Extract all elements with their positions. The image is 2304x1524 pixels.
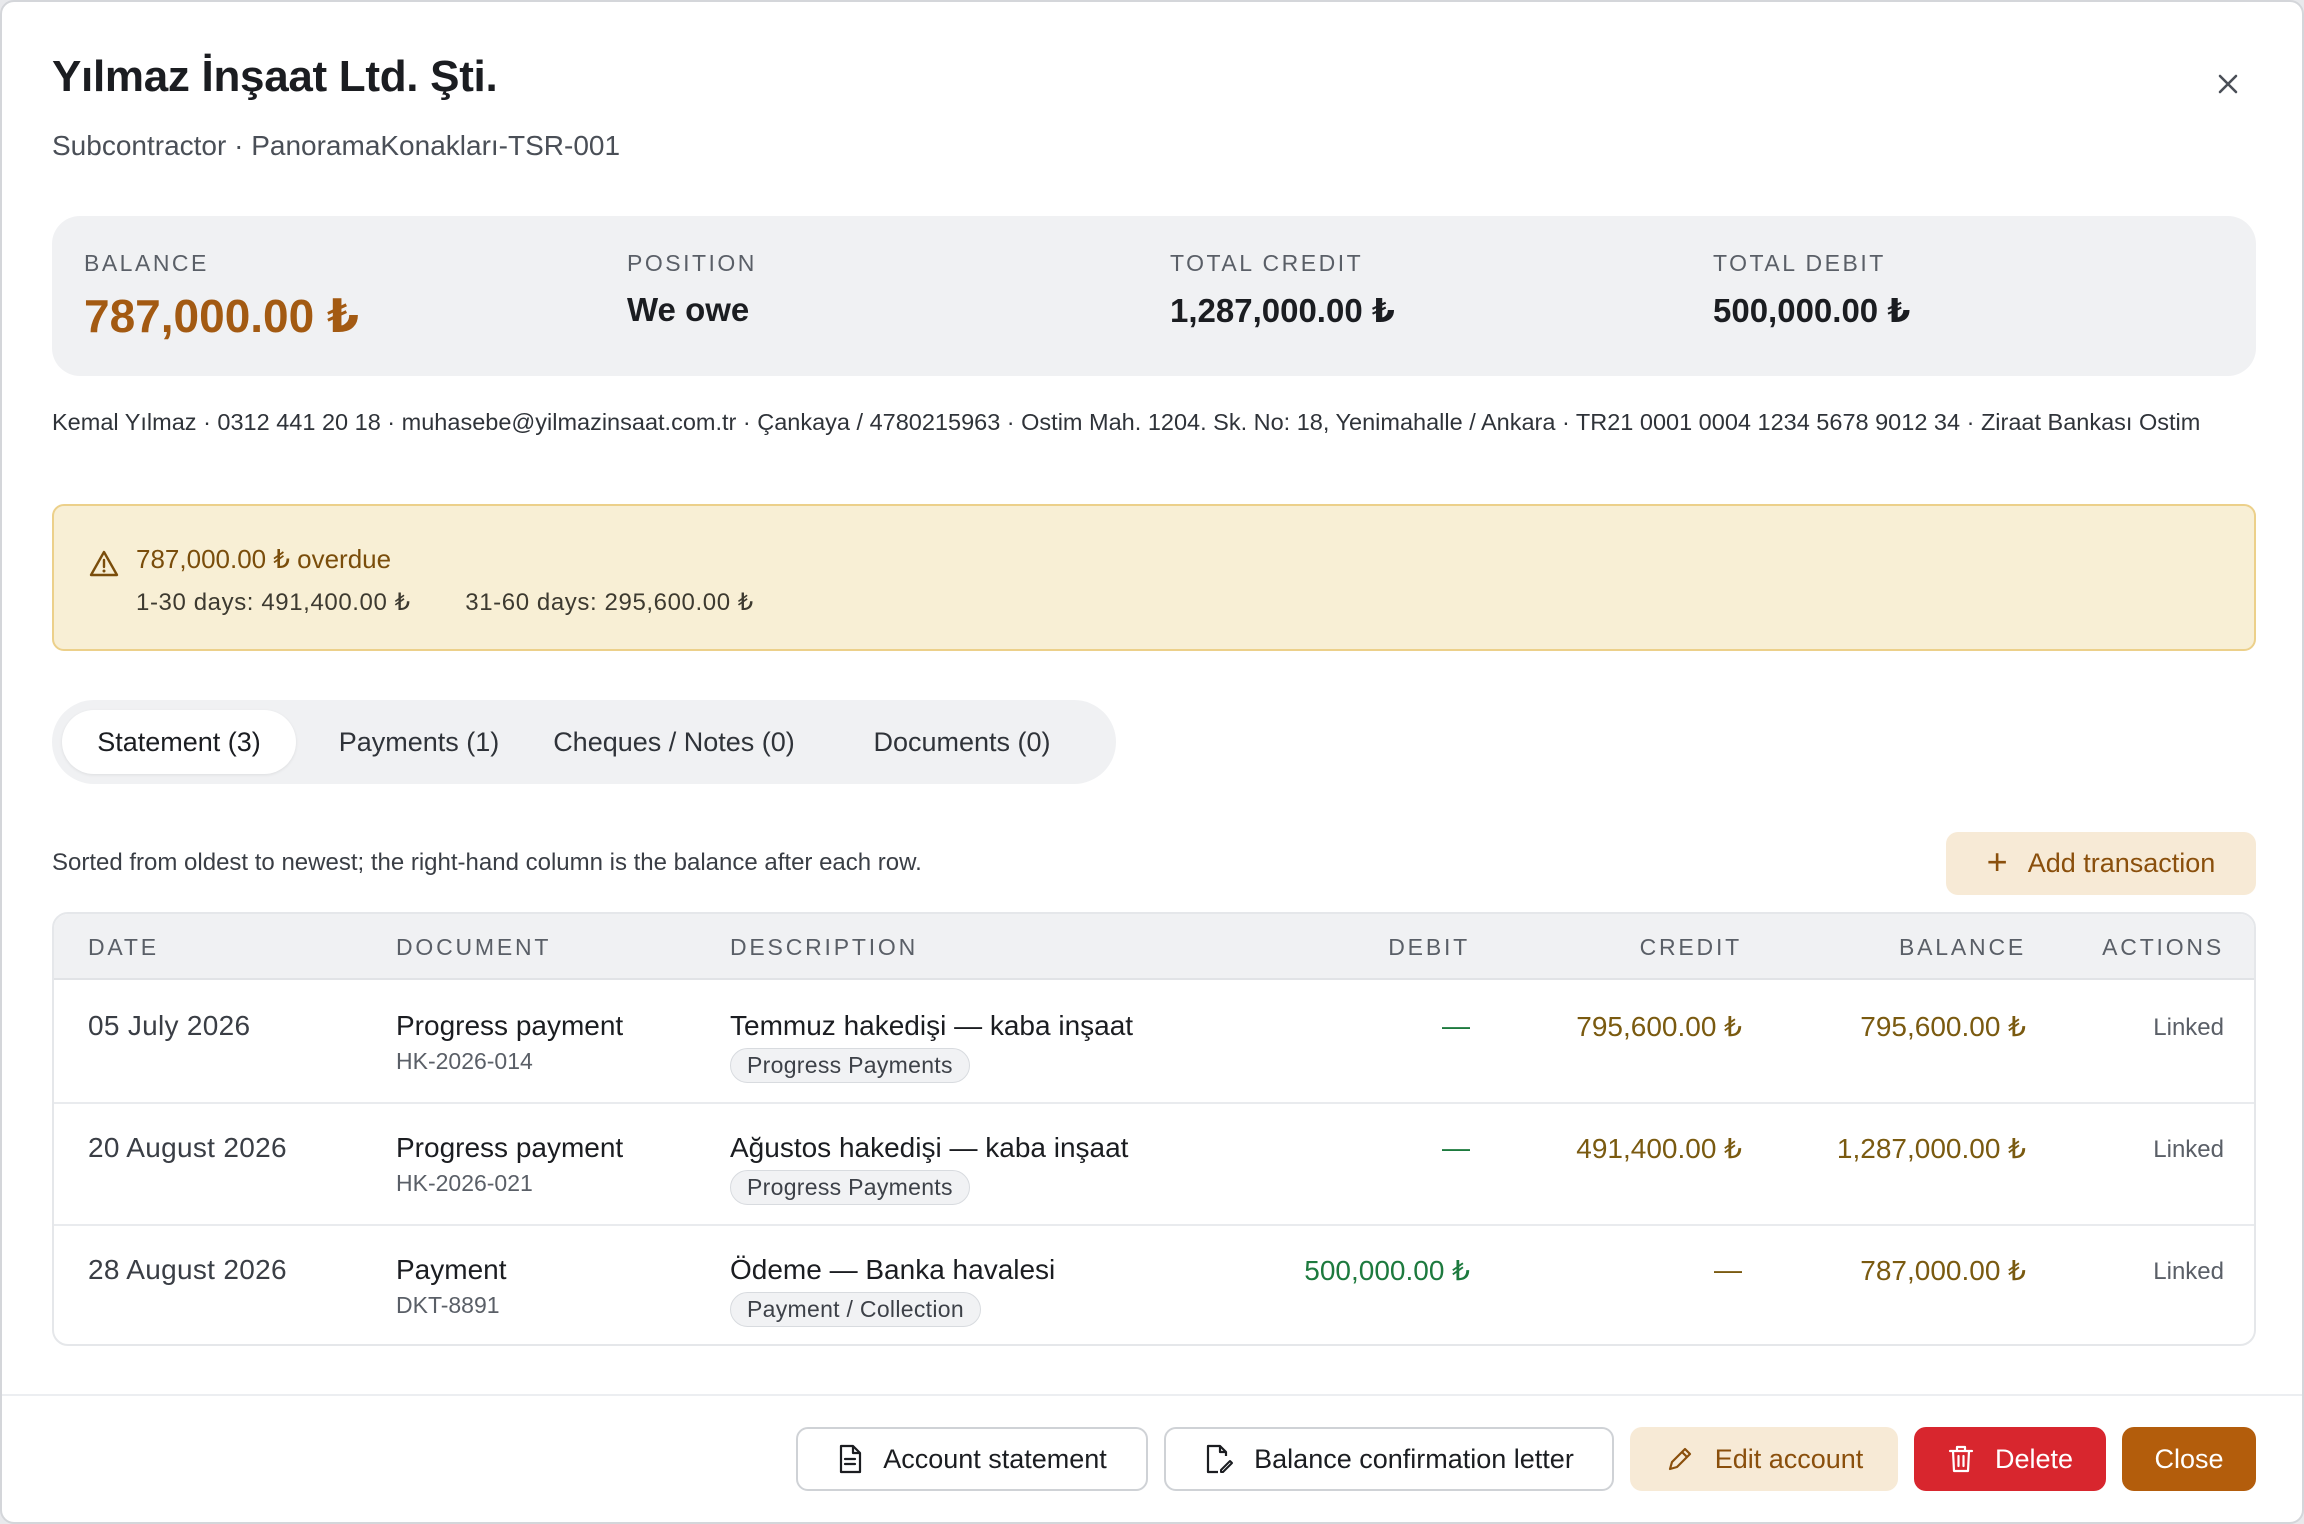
- table-row[interactable]: 05 July 2026 Progress payment HK-2026-01…: [54, 982, 2254, 1104]
- plus-icon: +: [1986, 840, 2008, 882]
- statement-table: DATE DOCUMENT DESCRIPTION DEBIT CREDIT B…: [52, 912, 2256, 1346]
- column-actions: ACTIONS: [2102, 934, 2224, 960]
- delete-button[interactable]: Delete: [1914, 1427, 2106, 1491]
- row-description: Ağustos hakedişi — kaba inşaat: [730, 1132, 1129, 1163]
- table-row[interactable]: 20 August 2026 Progress payment HK-2026-…: [54, 1104, 2254, 1226]
- pencil-icon: [1668, 1447, 1691, 1471]
- row-description: Ödeme — Banka havalesi: [730, 1254, 1056, 1285]
- tab-documents[interactable]: Documents (0): [822, 710, 1102, 774]
- column-document[interactable]: DOCUMENT: [396, 934, 551, 961]
- overdue-bucket-1: 1-30 days: 491,400.00 ₺: [136, 589, 411, 616]
- dialog-title: Yılmaz İnşaat Ltd. Şti.: [52, 52, 498, 101]
- add-transaction-label: Add transaction: [2027, 848, 2216, 878]
- position-label: POSITION: [627, 250, 757, 276]
- row-balance: 787,000.00 ₺: [1860, 1255, 2026, 1286]
- total-debit-label: TOTAL DEBIT: [1713, 250, 1886, 276]
- total-credit-value: 1,287,000.00 ₺: [1170, 292, 1395, 329]
- add-transaction-button[interactable]: + Add transaction: [1946, 832, 2256, 895]
- warning-icon: [89, 550, 119, 577]
- sort-hint: Sorted from oldest to newest; the right-…: [52, 849, 922, 876]
- document-edit-icon: [1207, 1444, 1234, 1474]
- tab-statement[interactable]: Statement (3): [62, 710, 296, 774]
- tab-bar: Statement (3) Payments (1) Cheques / Not…: [52, 700, 1116, 784]
- overdue-bucket-2: 31-60 days: 295,600.00 ₺: [465, 589, 754, 616]
- row-credit: 795,600.00 ₺: [1576, 1011, 1742, 1042]
- overdue-total: 787,000.00 ₺ overdue: [136, 544, 392, 574]
- footer-divider: [2, 1394, 2302, 1396]
- row-category-tag: Progress Payments: [730, 1048, 970, 1083]
- row-balance: 1,287,000.00 ₺: [1836, 1133, 2026, 1164]
- overdue-buckets: 1-30 days: 491,400.00 ₺ 31-60 days: 295,…: [136, 588, 802, 617]
- column-balance[interactable]: BALANCE: [1899, 934, 2026, 961]
- row-date: 05 July 2026: [88, 1010, 251, 1041]
- contact-details: Kemal Yılmaz · 0312 441 20 18 · muhasebe…: [52, 409, 2201, 435]
- tab-cheques-notes[interactable]: Cheques / Notes (0): [538, 710, 810, 774]
- close-button[interactable]: Close: [2122, 1427, 2256, 1491]
- row-credit: —: [1714, 1254, 1742, 1285]
- delete-label: Delete: [1994, 1443, 2074, 1474]
- column-date[interactable]: DATE: [88, 934, 159, 961]
- column-description[interactable]: DESCRIPTION: [730, 934, 918, 961]
- row-credit: 491,400.00 ₺: [1576, 1133, 1742, 1164]
- row-debit: —: [1442, 1010, 1470, 1041]
- close-label: Close: [2154, 1443, 2224, 1474]
- row-linked-status: Linked: [2153, 1014, 2224, 1041]
- row-document-number: HK-2026-021: [396, 1170, 533, 1196]
- row-debit: 500,000.00 ₺: [1304, 1255, 1470, 1286]
- edit-account-button[interactable]: Edit account: [1630, 1427, 1898, 1491]
- balance-label: BALANCE: [84, 250, 209, 276]
- row-date: 20 August 2026: [88, 1132, 287, 1163]
- tab-payments[interactable]: Payments (1): [308, 710, 530, 774]
- row-category-tag: Payment / Collection: [730, 1292, 981, 1327]
- column-debit[interactable]: DEBIT: [1388, 934, 1470, 961]
- edit-account-label: Edit account: [1714, 1443, 1864, 1474]
- row-document-number: HK-2026-014: [396, 1048, 533, 1074]
- balance-confirmation-button[interactable]: Balance confirmation letter: [1164, 1427, 1614, 1491]
- close-icon[interactable]: [2212, 68, 2244, 100]
- row-document-type: Payment: [396, 1254, 507, 1285]
- row-linked-status: Linked: [2153, 1136, 2224, 1163]
- document-icon: [840, 1444, 862, 1474]
- row-debit: —: [1442, 1132, 1470, 1163]
- table-header: DATE DOCUMENT DESCRIPTION DEBIT CREDIT B…: [54, 914, 2254, 980]
- row-document-number: DKT-8891: [396, 1292, 500, 1318]
- total-debit-stat: TOTAL DEBIT 500,000.00 ₺: [1713, 250, 1910, 330]
- row-document-type: Progress payment: [396, 1010, 624, 1041]
- table-row[interactable]: 28 August 2026 Payment DKT-8891 Ödeme — …: [54, 1226, 2254, 1344]
- dialog-subtitle: Subcontractor · PanoramaKonakları-TSR-00…: [52, 130, 621, 161]
- position-value: We owe: [627, 291, 750, 328]
- position-stat: POSITION We owe: [627, 250, 757, 329]
- balance-confirmation-label: Balance confirmation letter: [1254, 1443, 1574, 1474]
- account-detail-dialog: Yılmaz İnşaat Ltd. Şti. Subcontractor · …: [0, 0, 2304, 1524]
- row-date: 28 August 2026: [88, 1254, 287, 1285]
- row-category-tag: Progress Payments: [730, 1170, 970, 1205]
- column-credit[interactable]: CREDIT: [1640, 934, 1742, 961]
- summary-panel: BALANCE 787,000.00 ₺ POSITION We owe TOT…: [52, 216, 2256, 376]
- row-linked-status: Linked: [2153, 1258, 2224, 1285]
- total-credit-label: TOTAL CREDIT: [1170, 250, 1364, 276]
- account-statement-button[interactable]: Account statement: [796, 1427, 1148, 1491]
- row-document-type: Progress payment: [396, 1132, 624, 1163]
- trash-icon: [1948, 1445, 1974, 1473]
- overdue-alert: 787,000.00 ₺ overdue 1-30 days: 491,400.…: [52, 504, 2256, 651]
- total-debit-value: 500,000.00 ₺: [1713, 292, 1911, 329]
- row-description: Temmuz hakedişi — kaba inşaat: [730, 1010, 1134, 1041]
- account-statement-label: Account statement: [883, 1443, 1107, 1474]
- row-balance: 795,600.00 ₺: [1860, 1011, 2026, 1042]
- balance-value: 787,000.00 ₺: [84, 290, 360, 342]
- total-credit-stat: TOTAL CREDIT 1,287,000.00 ₺: [1170, 250, 1395, 330]
- balance-stat: BALANCE 787,000.00 ₺: [84, 250, 359, 343]
